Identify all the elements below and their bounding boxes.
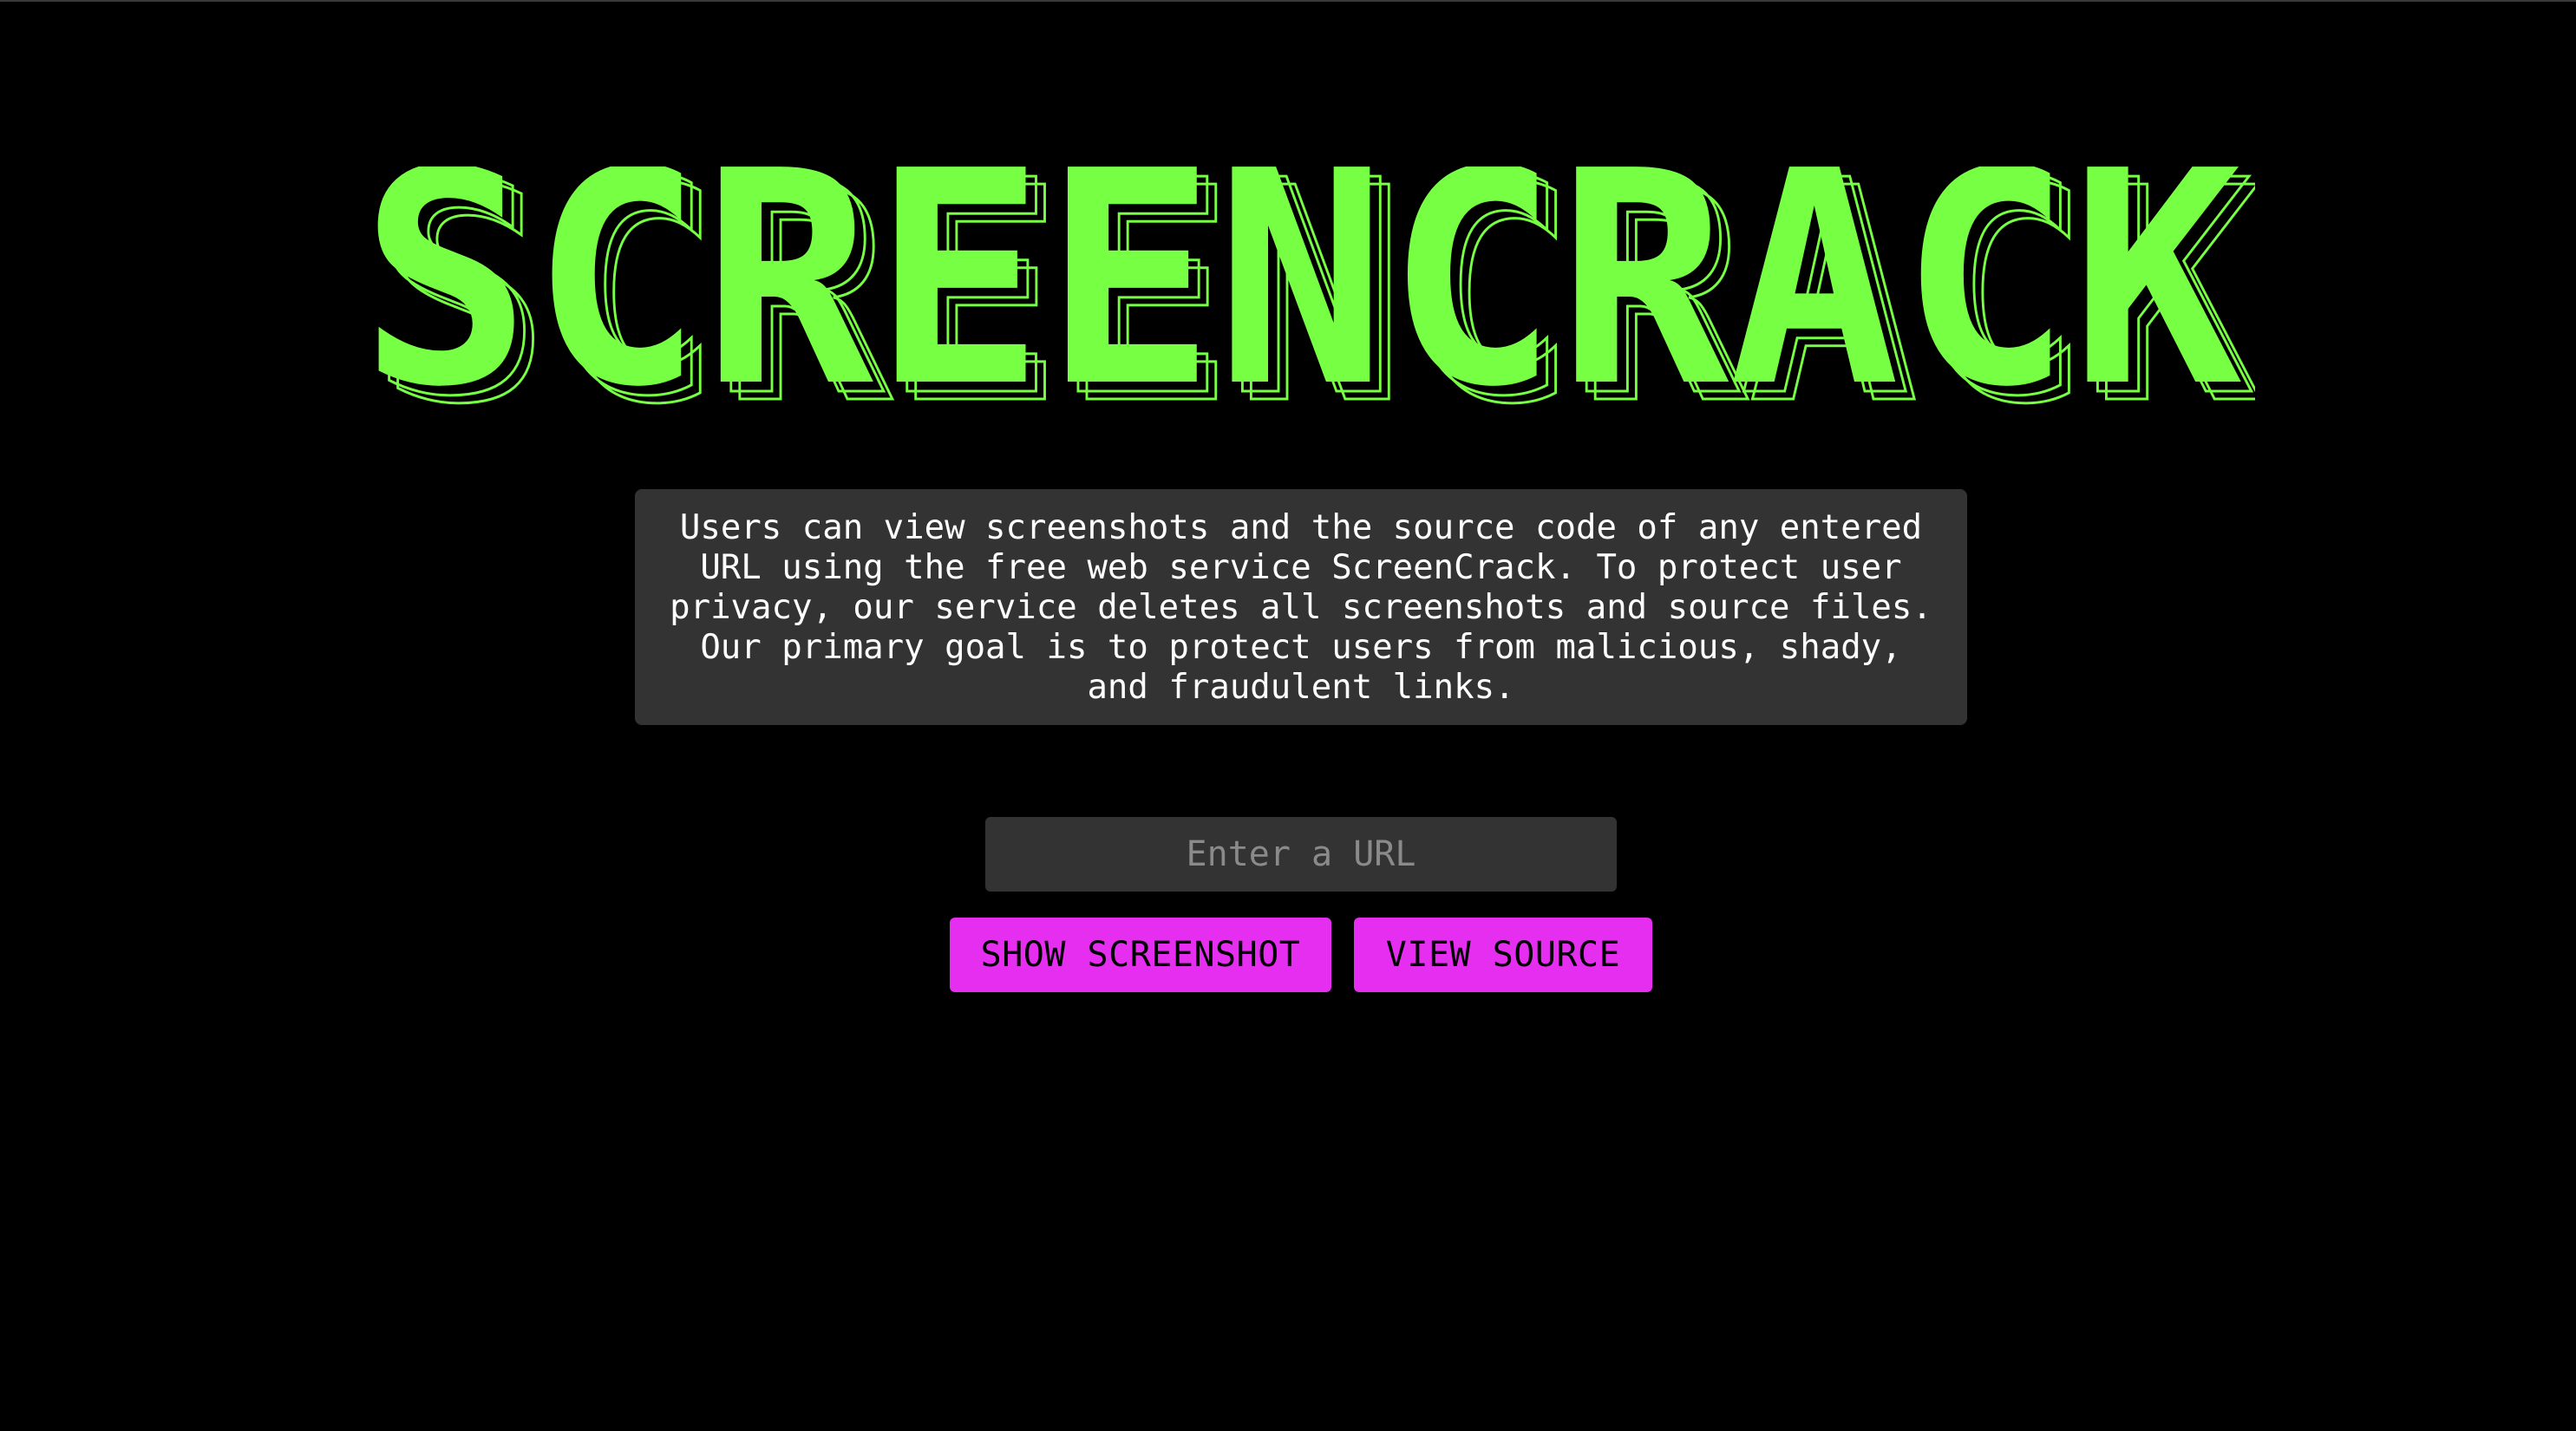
- view-source-button[interactable]: VIEW SOURCE: [1354, 918, 1652, 992]
- url-input[interactable]: [985, 817, 1617, 892]
- logo-text: SCREENCRACK: [360, 167, 2244, 418]
- show-screenshot-button[interactable]: SHOW SCREENSHOT: [950, 918, 1331, 992]
- service-description: Users can view screenshots and the sourc…: [635, 489, 1967, 725]
- screencrack-logo: SCREENCRACK SCREENCRACK SCREENCRACK: [360, 167, 2255, 418]
